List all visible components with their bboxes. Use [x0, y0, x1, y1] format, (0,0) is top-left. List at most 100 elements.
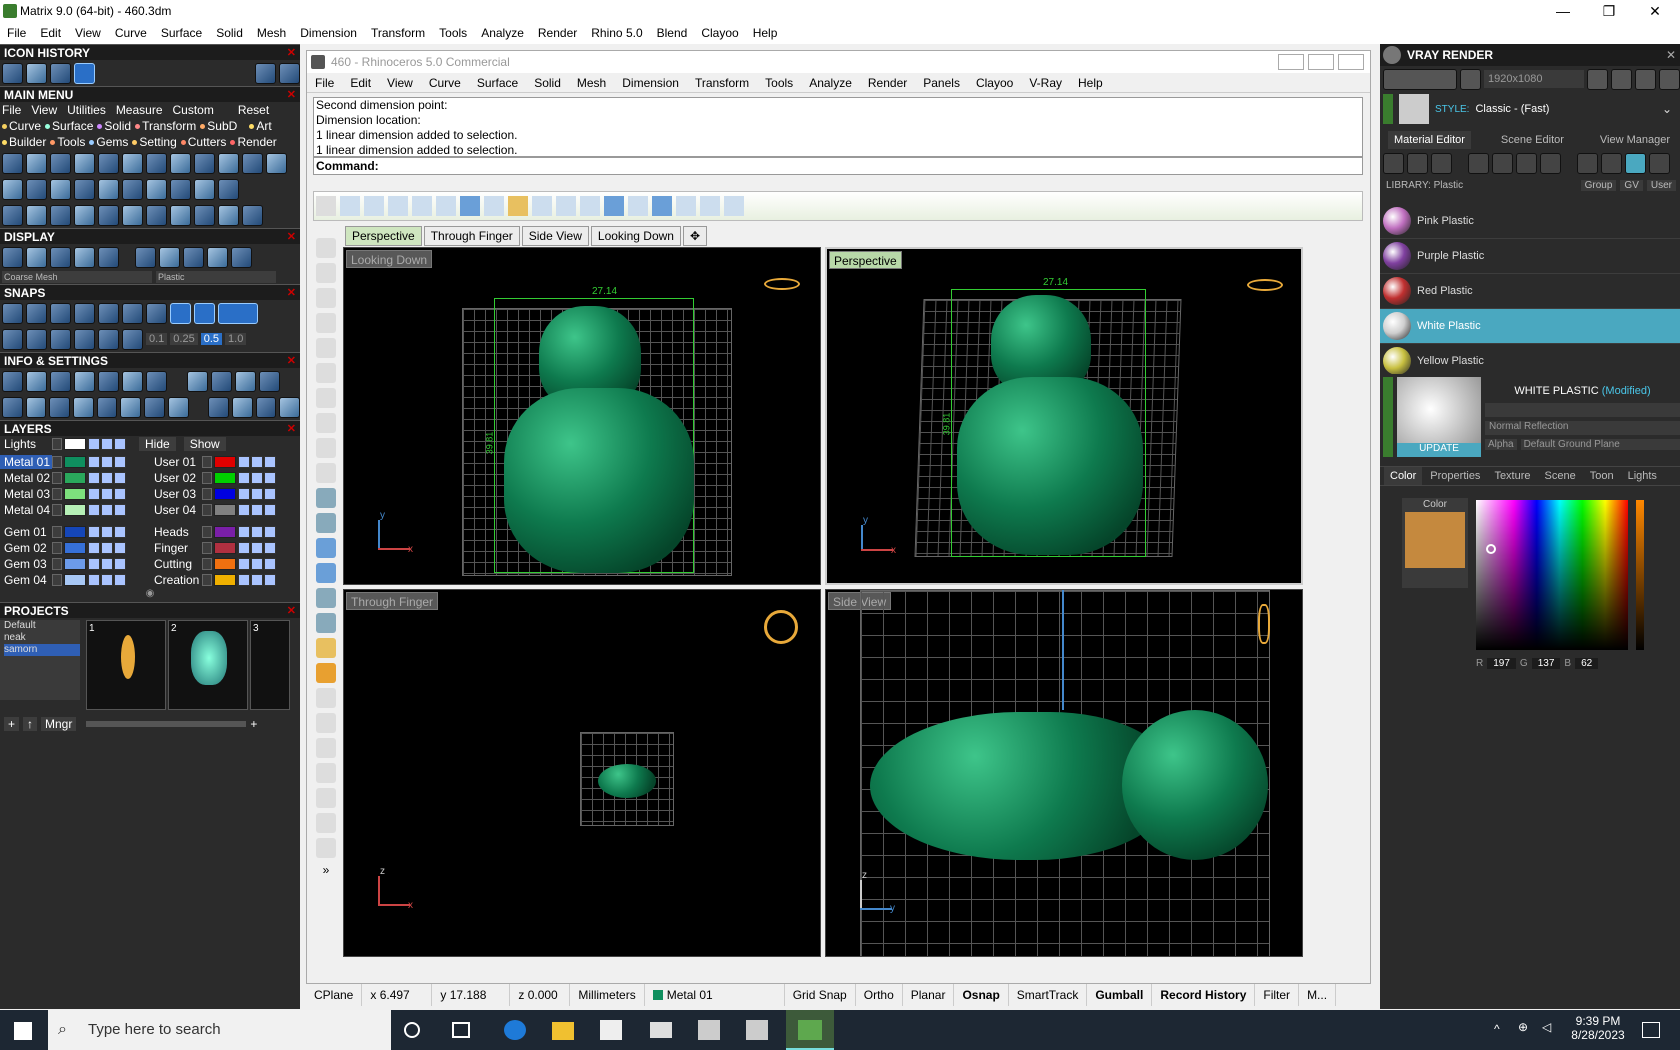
transform-icon[interactable] [508, 196, 528, 216]
project-thumb-2[interactable]: 2 [168, 620, 248, 710]
list-icon[interactable] [1635, 68, 1656, 90]
resolution-dropdown[interactable]: 1920x1080 [1484, 70, 1584, 88]
visible-icon[interactable] [114, 574, 126, 586]
visible-icon[interactable] [251, 574, 263, 586]
menu-solid[interactable]: Solid [209, 22, 250, 44]
gv-dropdown[interactable]: GV [1620, 179, 1643, 191]
layer-name[interactable]: Gem 02 [0, 541, 52, 555]
tool-icon[interactable] [194, 178, 215, 200]
split-icon[interactable] [532, 196, 552, 216]
curve-icon[interactable] [412, 196, 432, 216]
snap-icon[interactable] [194, 302, 215, 324]
filter-icon[interactable] [120, 396, 142, 418]
clock[interactable]: 9:39 PM 8/28/2023 [1566, 1014, 1630, 1042]
mat-type-icon[interactable] [1625, 152, 1646, 174]
subtab-color[interactable]: Color [1384, 467, 1423, 485]
array-icon[interactable] [628, 196, 648, 216]
add-tab-icon[interactable]: ✥ [682, 226, 708, 246]
snap-step-0-1[interactable]: 0.1 [146, 333, 168, 345]
task-view-icon[interactable] [452, 1022, 470, 1038]
filter-toggle[interactable]: Filter [1255, 983, 1300, 1006]
subtab-toon[interactable]: Toon [1584, 467, 1620, 485]
layer-name[interactable]: Metal 01 [0, 455, 52, 469]
project-item[interactable]: Default [4, 620, 80, 632]
cube-icon[interactable] [74, 370, 95, 392]
network-icon[interactable]: ⊕ [1518, 1020, 1528, 1034]
info-icon[interactable] [211, 370, 232, 392]
visible-icon[interactable] [114, 488, 126, 500]
subtab-properties[interactable]: Properties [1424, 467, 1486, 485]
layer-name[interactable]: Metal 04 [0, 503, 52, 517]
expand-arrow-icon[interactable] [52, 456, 62, 468]
mm-builder[interactable]: Builder [2, 134, 46, 150]
visible-icon[interactable] [251, 542, 263, 554]
snap-step-1-0[interactable]: 1.0 [225, 333, 247, 345]
sphere-icon[interactable] [74, 246, 95, 268]
polyline-icon[interactable] [316, 313, 336, 333]
close-icon[interactable]: ✕ [1666, 48, 1676, 62]
layer-color-swatch[interactable] [214, 574, 236, 586]
gear-icon[interactable] [316, 638, 336, 658]
expand-arrow-icon[interactable] [52, 438, 62, 450]
red-field[interactable]: 197 [1487, 658, 1516, 669]
gumball-toggle[interactable]: Gumball [1087, 983, 1153, 1006]
grid-snap-toggle[interactable]: Grid Snap [785, 983, 856, 1006]
info-icon[interactable] [167, 396, 189, 418]
rhino-restore-button[interactable] [1308, 54, 1334, 70]
snap-icon[interactable] [170, 302, 191, 324]
hide-button[interactable]: Hide [139, 437, 176, 451]
snap-icon[interactable] [98, 328, 119, 350]
snap-icon[interactable] [146, 302, 167, 324]
lock-icon[interactable] [238, 574, 250, 586]
grid-icon[interactable] [1659, 68, 1680, 90]
material-ball-icon[interactable] [183, 246, 204, 268]
circle-icon[interactable] [242, 204, 263, 226]
split-icon[interactable] [316, 688, 336, 708]
rectangle-icon[interactable] [316, 413, 336, 433]
visible-icon[interactable] [264, 558, 276, 570]
visible-icon[interactable] [101, 438, 113, 450]
add-project-button[interactable]: + [4, 717, 20, 731]
tool-icon[interactable] [194, 152, 215, 174]
viewport-label[interactable]: Perspective [829, 251, 902, 269]
visible-icon[interactable] [114, 504, 126, 516]
mm-curve[interactable]: Curve [2, 118, 41, 134]
cylinder-icon[interactable] [316, 588, 336, 608]
lock-icon[interactable] [88, 438, 100, 450]
tool-icon[interactable] [50, 152, 71, 174]
pointer-icon[interactable] [316, 238, 336, 258]
layer-name[interactable]: User 03 [150, 487, 202, 501]
tool-icon[interactable] [122, 178, 143, 200]
collapse-arrow-icon[interactable] [1383, 94, 1393, 124]
lightbulb-icon[interactable] [1649, 152, 1670, 174]
lock-icon[interactable] [238, 542, 250, 554]
mat-type-icon[interactable] [1601, 152, 1622, 174]
mail-icon[interactable] [650, 1022, 672, 1038]
visible-icon[interactable] [264, 526, 276, 538]
layer-color-swatch[interactable] [64, 438, 86, 450]
tool-icon[interactable] [218, 152, 239, 174]
expand-arrow-icon[interactable] [202, 526, 212, 538]
menu-blend[interactable]: Blend [650, 22, 695, 44]
info-icon[interactable] [144, 396, 165, 418]
tool-icon[interactable] [74, 204, 95, 226]
rmenu-solid[interactable]: Solid [526, 73, 569, 93]
layer-color-swatch[interactable] [64, 472, 86, 484]
lock-icon[interactable] [88, 456, 100, 468]
manager-button[interactable]: Mngr [41, 717, 77, 731]
lock-icon[interactable] [88, 526, 100, 538]
info-icon[interactable] [259, 370, 280, 392]
display-icon[interactable] [98, 246, 119, 268]
snap-icon[interactable] [2, 302, 23, 324]
layer-color-swatch[interactable] [64, 574, 86, 586]
close-icon[interactable]: ✕ [287, 421, 296, 437]
tool-icon[interactable] [26, 152, 47, 174]
snap-icon[interactable] [74, 302, 95, 324]
material-item[interactable]: Yellow Plastic [1380, 344, 1680, 374]
mat-type-icon[interactable] [1577, 152, 1598, 174]
user-dropdown[interactable]: User [1646, 179, 1676, 191]
forward-arrow-icon[interactable] [279, 62, 300, 84]
collapse-arrow-icon[interactable] [1383, 377, 1393, 457]
menu-mesh[interactable]: Mesh [250, 22, 293, 44]
lock-icon[interactable] [88, 472, 100, 484]
